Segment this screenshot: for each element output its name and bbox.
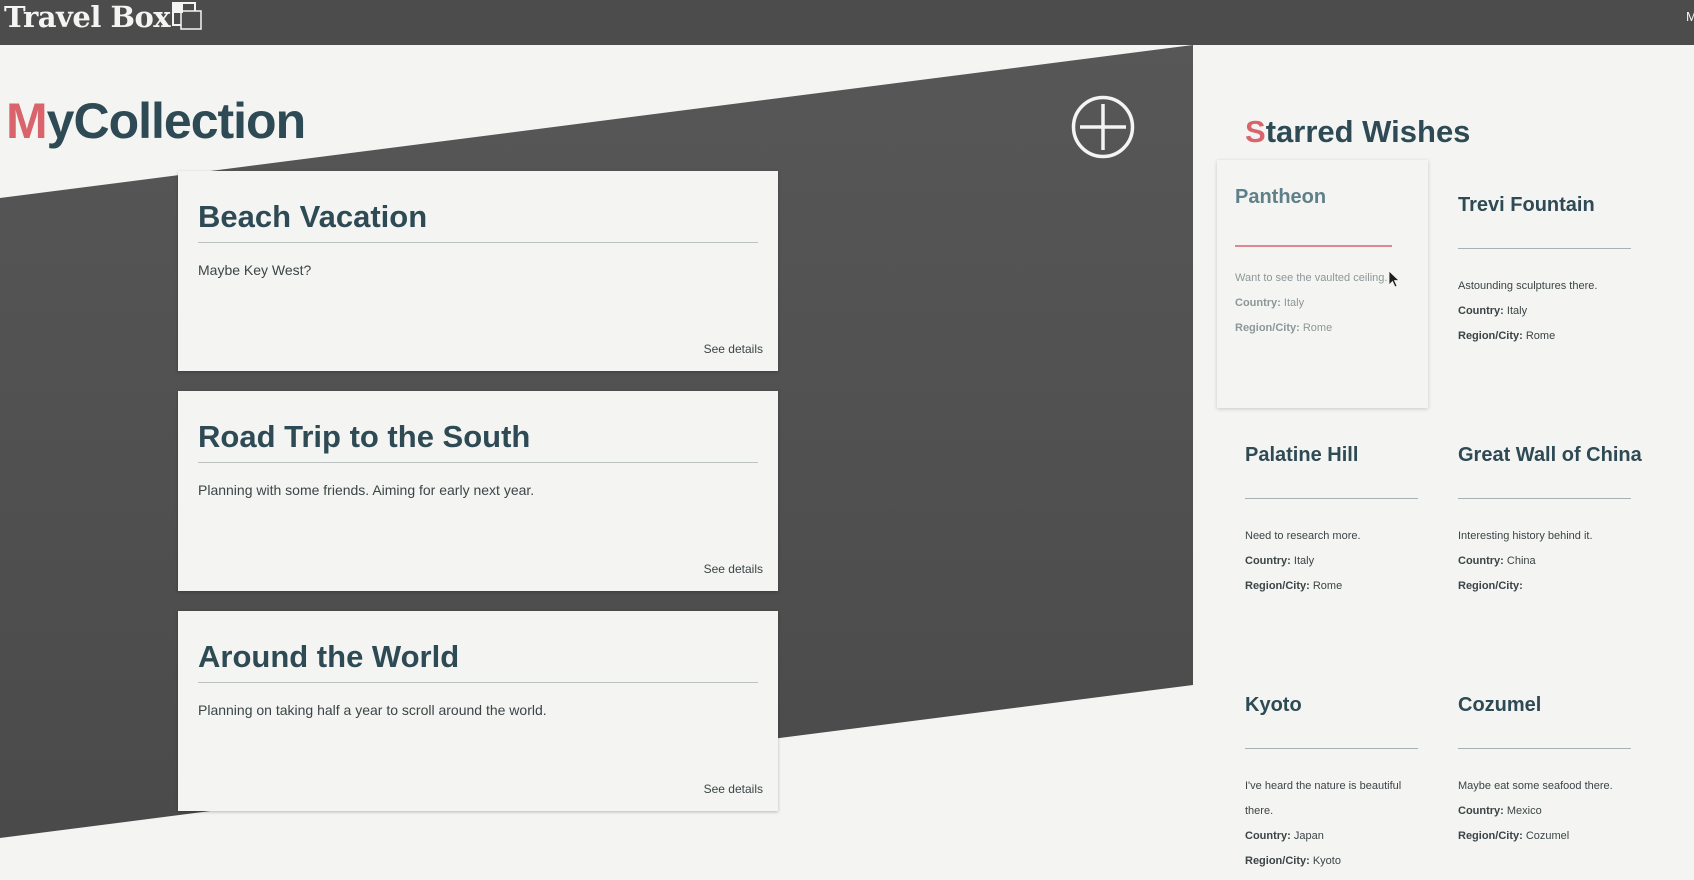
see-details-link[interactable]: See details — [704, 562, 763, 576]
divider — [1245, 498, 1418, 499]
wish-title: Trevi Fountain — [1458, 194, 1595, 216]
collection-card-title: Road Trip to the South — [198, 419, 531, 454]
wish-title: Pantheon — [1235, 186, 1327, 208]
top-right-menu[interactable]: M — [1686, 9, 1694, 24]
collection-card-description: Maybe Key West? — [198, 262, 312, 278]
starred-heading-initial: S — [1245, 114, 1266, 149]
see-details-link[interactable]: See details — [704, 782, 763, 796]
divider — [1245, 748, 1418, 749]
wish-region: Region/City: Rome — [1458, 330, 1556, 342]
wish-title: Kyoto — [1245, 694, 1302, 716]
divider — [1458, 498, 1631, 499]
wish-title: Great Wall of China — [1458, 444, 1642, 466]
wish-details: I've heard the nature is beautiful there… — [1245, 774, 1420, 874]
divider — [198, 462, 758, 463]
wish-note: I've heard the nature is beautiful there… — [1245, 780, 1402, 817]
wish-region: Region/City: — [1458, 580, 1523, 592]
collection-card-description: Planning with some friends. Aiming for e… — [198, 482, 535, 498]
page-title-rest: yCollection — [46, 93, 306, 149]
collection-card-title: Around the World — [198, 639, 460, 674]
add-collection-button[interactable] — [1071, 95, 1135, 159]
starred-heading-rest: tarred Wishes — [1265, 114, 1471, 149]
plus-circle-icon — [1071, 95, 1135, 159]
wish-country: Country: Mexico — [1458, 805, 1542, 817]
divider — [198, 242, 758, 243]
wish-note: Astounding sculptures there. — [1458, 280, 1598, 292]
see-details-link[interactable]: See details — [704, 342, 763, 356]
collection-card-description: Planning on taking half a year to scroll… — [198, 702, 547, 718]
box-logo-icon — [172, 2, 202, 30]
mouse-cursor-icon — [1388, 270, 1400, 288]
divider — [198, 682, 758, 683]
wish-region: Region/City: Kyoto — [1245, 855, 1341, 867]
wish-card[interactable]: Great Wall of China Interesting history … — [1458, 444, 1651, 644]
page-title-initial: M — [6, 93, 48, 149]
wish-details: Maybe eat some seafood there. Country: M… — [1458, 774, 1638, 849]
wish-details: Need to research more. Country: Italy Re… — [1245, 524, 1425, 599]
starred-wishes-heading: Starred Wishes — [1245, 114, 1470, 150]
wish-note: Maybe eat some seafood there. — [1458, 780, 1613, 792]
wish-card[interactable]: Kyoto I've heard the nature is beautiful… — [1245, 694, 1438, 874]
wish-country: Country: Japan — [1245, 830, 1324, 842]
wish-title: Palatine Hill — [1245, 444, 1359, 466]
wish-region: Region/City: Rome — [1245, 580, 1343, 592]
wish-details: Astounding sculptures there. Country: It… — [1458, 274, 1638, 349]
wish-region: Region/City: Cozumel — [1458, 830, 1570, 842]
page-title: MyCollection — [6, 92, 306, 150]
divider — [1458, 248, 1631, 249]
wish-country: Country: China — [1458, 555, 1536, 567]
top-nav-bar: Travel Box M — [0, 0, 1694, 45]
collection-card[interactable]: Around the World Planning on taking half… — [178, 611, 778, 811]
wish-details: Interesting history behind it. Country: … — [1458, 524, 1638, 599]
collection-card[interactable]: Beach Vacation Maybe Key West? See detai… — [178, 171, 778, 371]
wish-country: Country: Italy — [1245, 555, 1315, 567]
divider — [1458, 748, 1631, 749]
divider — [1235, 245, 1392, 247]
wish-note: Need to research more. — [1245, 530, 1361, 542]
wish-country: Country: Italy — [1235, 297, 1305, 309]
wish-title: Cozumel — [1458, 694, 1542, 716]
app-title[interactable]: Travel Box — [4, 0, 171, 34]
wish-note: Interesting history behind it. — [1458, 530, 1593, 542]
wish-country: Country: Italy — [1458, 305, 1528, 317]
collection-card-title: Beach Vacation — [198, 199, 428, 234]
wish-region: Region/City: Rome — [1235, 322, 1333, 334]
wish-card[interactable]: Palatine Hill Need to research more. Cou… — [1245, 444, 1438, 644]
collection-card[interactable]: Road Trip to the South Planning with som… — [178, 391, 778, 591]
wish-card[interactable]: Trevi Fountain Astounding sculptures the… — [1458, 194, 1651, 394]
wish-card[interactable]: Cozumel Maybe eat some seafood there. Co… — [1458, 694, 1651, 874]
